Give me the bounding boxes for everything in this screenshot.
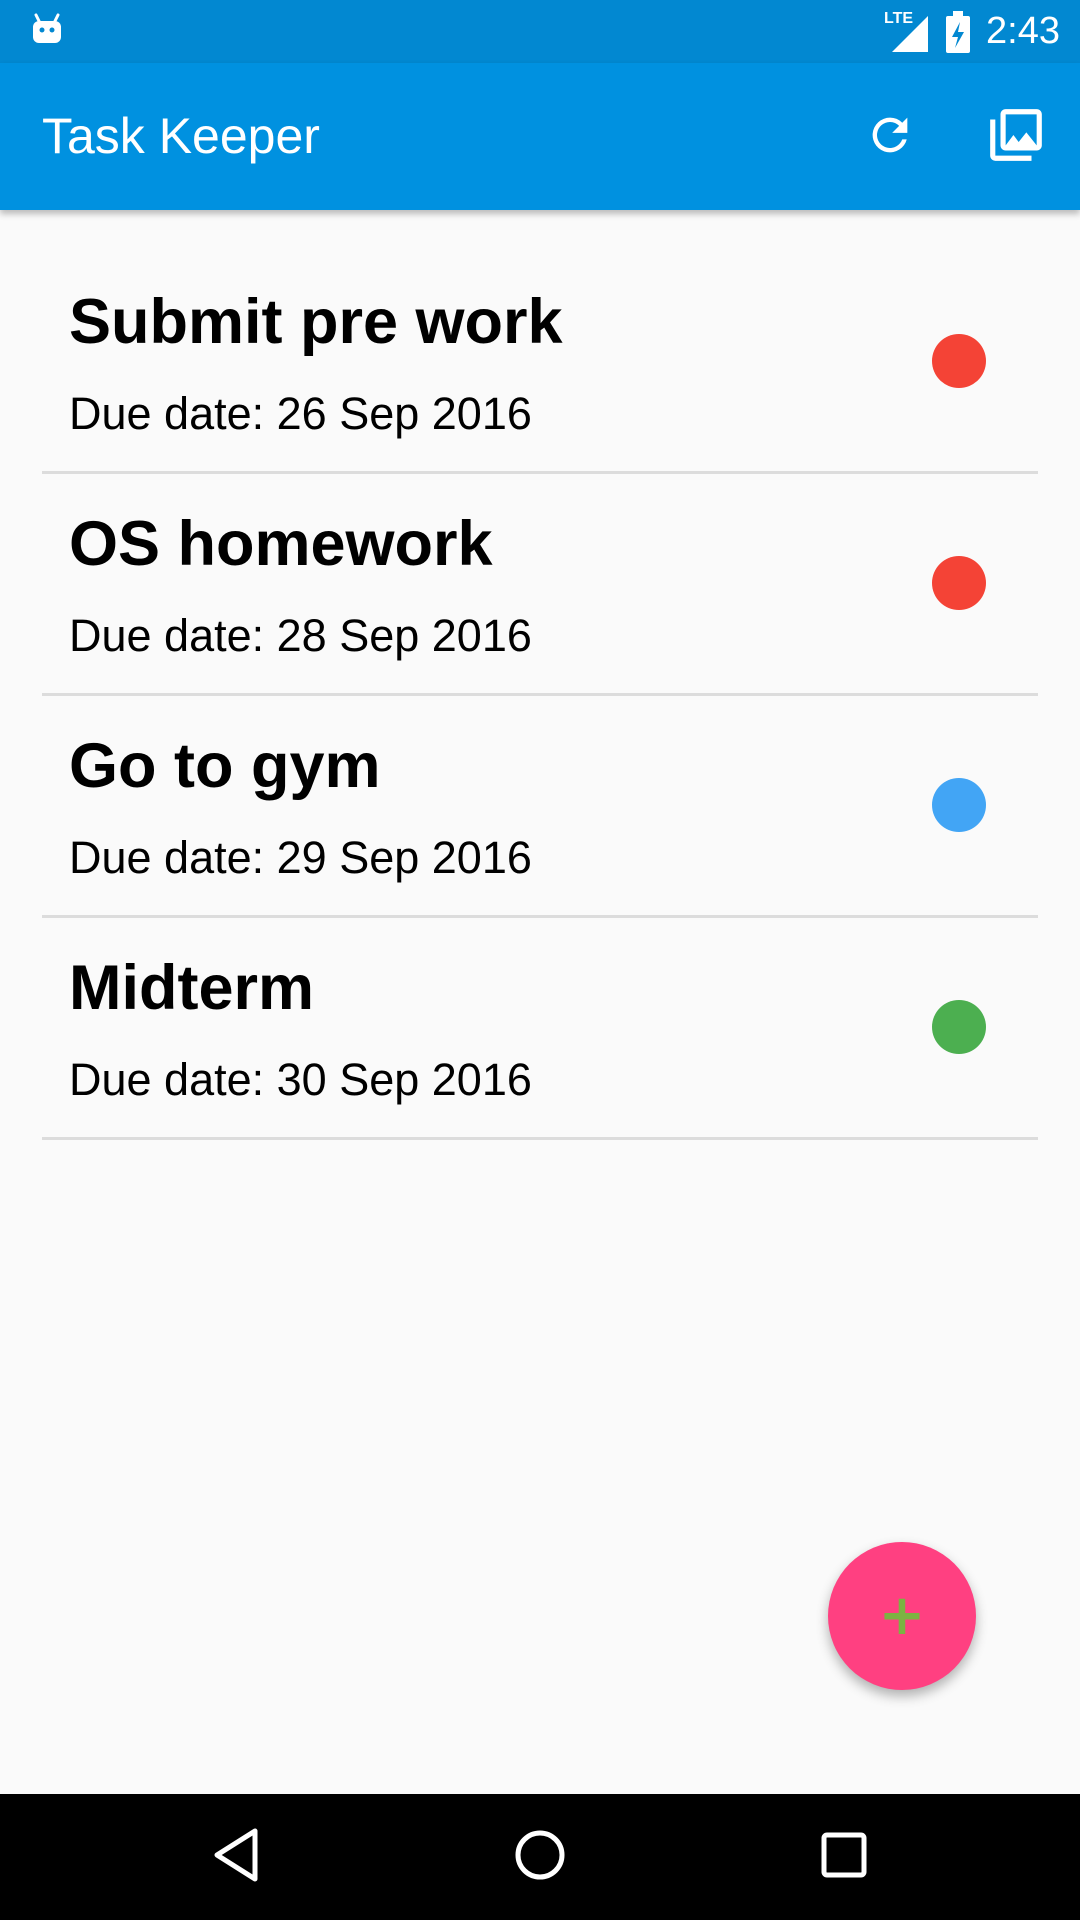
task-due-date: Due date: 29 Sep 2016: [69, 832, 532, 883]
task-title: Submit pre work: [69, 287, 563, 357]
app-bar: Task Keeper: [0, 63, 1080, 210]
back-button[interactable]: [196, 1817, 276, 1897]
app-title: Task Keeper: [42, 108, 320, 164]
task-due-date: Due date: 28 Sep 2016: [69, 610, 532, 661]
status-bar: LTE 2:43: [0, 0, 1080, 63]
task-title: Go to gym: [69, 731, 381, 801]
priority-dot: [932, 778, 986, 832]
gallery-button[interactable]: [978, 99, 1054, 175]
recents-icon: [820, 1831, 868, 1884]
task-item[interactable]: Go to gym Due date: 29 Sep 2016: [0, 696, 1080, 918]
gallery-icon: [985, 104, 1047, 171]
home-button[interactable]: [500, 1817, 580, 1897]
priority-dot: [932, 556, 986, 610]
add-task-button[interactable]: +: [828, 1542, 976, 1690]
task-list: Submit pre work Due date: 26 Sep 2016 OS…: [0, 252, 1080, 1140]
task-item[interactable]: Midterm Due date: 30 Sep 2016: [0, 918, 1080, 1140]
plus-icon: +: [878, 1583, 926, 1648]
divider: [42, 1137, 1038, 1140]
recents-button[interactable]: [804, 1817, 884, 1897]
priority-dot: [932, 334, 986, 388]
task-due-date: Due date: 26 Sep 2016: [69, 388, 532, 439]
back-icon: [211, 1827, 261, 1888]
task-title: Midterm: [69, 953, 315, 1023]
android-notification-icon: [30, 12, 64, 46]
signal-icon: LTE: [884, 10, 930, 54]
refresh-button[interactable]: [852, 99, 928, 175]
home-icon: [513, 1828, 567, 1887]
refresh-icon: [864, 109, 916, 166]
task-due-date: Due date: 30 Sep 2016: [69, 1054, 532, 1105]
navigation-bar: [0, 1794, 1080, 1920]
task-title: OS homework: [69, 509, 493, 579]
status-time: 2:43: [986, 10, 1060, 52]
task-item[interactable]: OS homework Due date: 28 Sep 2016: [0, 474, 1080, 696]
priority-dot: [932, 1000, 986, 1054]
task-item[interactable]: Submit pre work Due date: 26 Sep 2016: [0, 252, 1080, 474]
status-indicators: LTE 2:43: [884, 0, 1060, 63]
battery-icon: [944, 10, 972, 54]
